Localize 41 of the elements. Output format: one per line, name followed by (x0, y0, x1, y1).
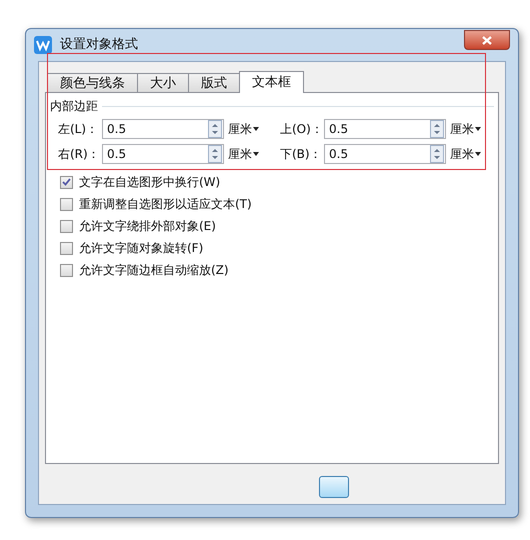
close-button[interactable] (464, 30, 510, 50)
field-label: 上(O)： (279, 121, 324, 138)
checkbox-label: 允许文字随边框自动缩放(Z) (79, 262, 229, 279)
checkbox[interactable] (60, 220, 73, 232)
field-label: 右(R)： (57, 146, 101, 163)
number-field[interactable]: 0.5 (102, 119, 224, 139)
checkbox[interactable] (60, 176, 73, 188)
spinner-icon[interactable] (430, 145, 444, 163)
field-label: 左(L)： (57, 121, 100, 138)
group-title: 内部边距 (50, 98, 98, 115)
spinner-icon[interactable] (208, 145, 222, 163)
unit-dropdown[interactable]: 厘米 (228, 145, 272, 163)
window-title: 设置对象格式 (60, 36, 138, 54)
number-field[interactable]: 0.5 (324, 119, 446, 139)
tab[interactable]: 大小 (137, 73, 189, 92)
tab[interactable]: 颜色与线条 (47, 73, 138, 92)
tab[interactable]: 文本框 (239, 71, 304, 93)
checkbox-label: 文字在自选图形中换行(W) (79, 174, 220, 191)
checkbox-label: 允许文字随对象旋转(F) (79, 240, 204, 257)
checkbox-label: 允许文字绕排外部对象(E) (79, 218, 216, 235)
caret-icon (475, 152, 481, 156)
unit-dropdown[interactable]: 厘米 (450, 120, 494, 138)
dialog-button[interactable] (319, 476, 349, 498)
tab[interactable]: 版式 (188, 73, 240, 92)
number-field[interactable]: 0.5 (102, 144, 224, 164)
app-logo-icon (34, 36, 52, 54)
caret-icon (253, 152, 259, 156)
unit-dropdown[interactable]: 厘米 (450, 145, 494, 163)
spinner-icon[interactable] (430, 120, 444, 138)
number-field[interactable]: 0.5 (324, 144, 446, 164)
spinner-icon[interactable] (208, 120, 222, 138)
caret-icon (475, 127, 481, 131)
caret-icon (253, 127, 259, 131)
field-label: 下(B)： (279, 146, 323, 163)
checkmark-icon (62, 178, 71, 186)
checkbox[interactable] (60, 264, 73, 276)
checkbox-label: 重新调整自选图形以适应文本(T) (79, 196, 252, 213)
checkbox[interactable] (60, 198, 73, 210)
close-icon (482, 36, 492, 44)
checkbox[interactable] (60, 242, 73, 254)
unit-dropdown[interactable]: 厘米 (228, 120, 272, 138)
